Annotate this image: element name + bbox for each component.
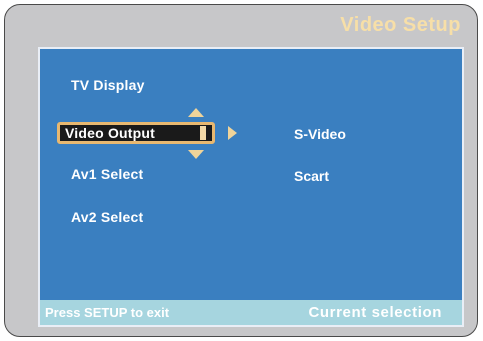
menu-item-tv-display[interactable]: TV Display: [71, 77, 145, 93]
option-s-video[interactable]: S-Video: [294, 126, 346, 142]
osd-frame: Video Setup TV Display Video Output Av1 …: [4, 4, 478, 337]
exit-hint: Press SETUP to exit: [45, 305, 170, 320]
current-selection-label: Current selection: [308, 304, 442, 321]
page-title: Video Setup: [340, 14, 461, 36]
option-scart[interactable]: Scart: [294, 168, 329, 184]
arrow-right-icon[interactable]: [228, 126, 237, 140]
status-bar: Press SETUP to exit Current selection: [40, 300, 462, 325]
setup-panel: TV Display Video Output Av1 Select Av2 S…: [38, 47, 464, 327]
menu-item-video-output[interactable]: Video Output: [57, 122, 215, 144]
menu-item-av1-select[interactable]: Av1 Select: [71, 166, 143, 182]
arrow-down-icon[interactable]: [188, 150, 204, 159]
arrow-up-icon[interactable]: [188, 108, 204, 117]
menu-item-av2-select[interactable]: Av2 Select: [71, 209, 143, 225]
